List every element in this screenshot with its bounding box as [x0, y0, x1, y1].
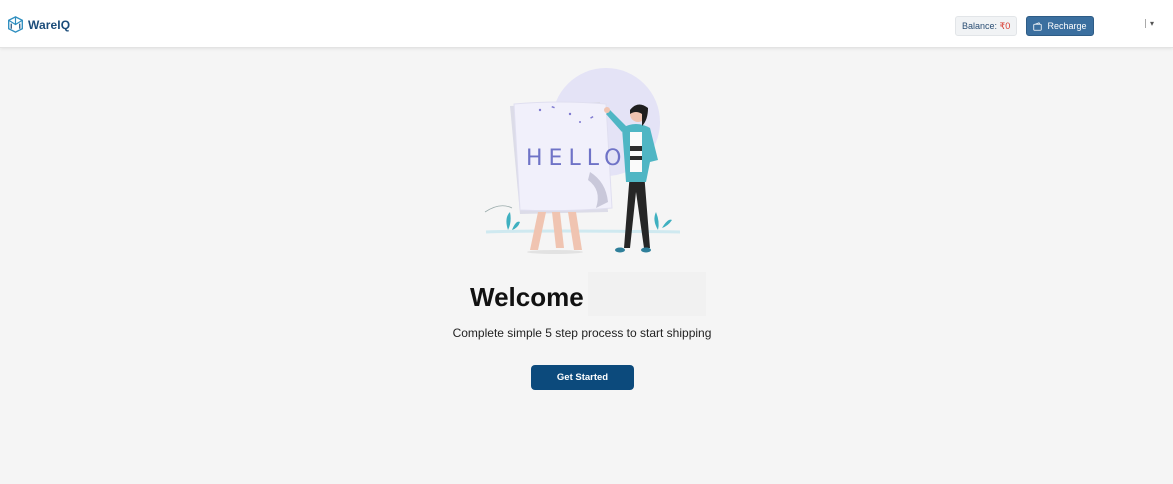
recharge-label: Recharge: [1047, 21, 1087, 31]
user-menu-toggle[interactable]: ▾: [1145, 19, 1154, 28]
subtitle-text: Complete simple 5 step process to start …: [452, 326, 712, 340]
menu-divider: [1145, 19, 1146, 28]
plant-left: [506, 212, 520, 230]
page-subtitle: Complete simple 5 step process to start …: [0, 326, 1173, 340]
hidden-person-legs: [530, 212, 582, 250]
ground-swoosh: [484, 205, 513, 213]
recharge-button[interactable]: Recharge: [1026, 16, 1094, 36]
balance-label: Balance:: [962, 21, 1000, 31]
get-started-button[interactable]: Get Started: [531, 365, 634, 390]
title-placeholder-block: [588, 272, 706, 316]
plant-right: [654, 212, 672, 230]
leg-shadow: [527, 250, 583, 254]
page-title: Welcome: [470, 282, 584, 312]
brand-name: WareIQ: [28, 17, 71, 32]
wallet-icon: [1033, 21, 1043, 31]
balance-chip[interactable]: Balance: ₹0: [955, 16, 1018, 36]
ground-line: [485, 229, 681, 234]
top-navbar: WareIQ Balance: ₹0 Recharge ▾: [0, 0, 1173, 48]
brand-logo[interactable]: WareIQ: [7, 16, 70, 33]
balance-amount: ₹0: [999, 21, 1011, 31]
chevron-down-icon: ▾: [1150, 19, 1155, 28]
hello-illustration: HELLO: [484, 68, 681, 254]
warehouse-cube-icon: [8, 16, 23, 33]
sign-text: HELLO: [526, 146, 628, 171]
